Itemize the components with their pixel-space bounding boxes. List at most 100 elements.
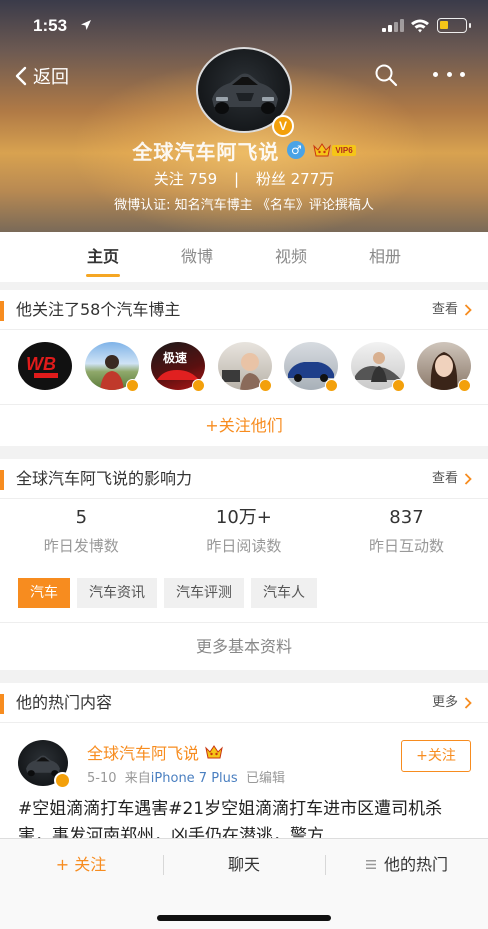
stat-value: 837 [389, 507, 424, 528]
influence-card: 全球汽车阿飞说的影响力 查看 5 昨日发博数 10万+ 昨日阅读数 837 昨日… [0, 459, 488, 670]
followed-avatar[interactable]: WB [18, 342, 72, 390]
section-accent-bar [0, 470, 4, 490]
follow-stats: 关注 759 | 粉丝 277万 [0, 168, 488, 189]
hot-label: 他的热门 [383, 855, 448, 874]
post-from-label: 来自 [124, 771, 151, 786]
followed-avatar[interactable] [350, 342, 405, 392]
following-count: 759 [188, 170, 218, 188]
verified-badge-icon [192, 379, 205, 392]
vip-badge[interactable]: VIP6 [313, 143, 356, 157]
card-title: 他的热门内容 [16, 693, 113, 712]
followers-count: 277万 [290, 170, 335, 188]
view-link[interactable]: 查看 [432, 459, 472, 499]
profile-name-row: 全球汽车阿飞说 ♂ VIP6 [0, 136, 488, 164]
svg-text:WB: WB [26, 354, 56, 374]
stat-label: 昨日互动数 [368, 537, 444, 555]
bottom-chat-button[interactable]: 聊天 [163, 839, 325, 891]
stat-value: 10万+ [215, 507, 272, 528]
svg-text:极速: 极速 [163, 350, 187, 365]
bottom-follow-button[interactable]: + 关注 [0, 839, 162, 891]
stats-separator: | [233, 170, 240, 188]
chevron-left-icon [15, 66, 27, 86]
tab-album[interactable]: 相册 [338, 232, 432, 282]
back-button[interactable]: 返回 [14, 62, 69, 90]
followers-stat[interactable]: 粉丝 277万 [256, 170, 334, 188]
post-text[interactable]: #空姐滴滴打车遇害#21岁空姐滴滴打车进市区遭司机杀害，事发河南郑州，凶手仍在潜… [18, 796, 474, 840]
verified-badge-icon [54, 772, 71, 789]
card-title: 全球汽车阿飞说的影响力 [16, 469, 193, 488]
wb-racing-avatar: WB [18, 342, 72, 390]
battery-icon [437, 18, 471, 33]
home-indicator[interactable] [157, 915, 331, 921]
tag-car[interactable]: 汽车 [18, 578, 70, 608]
chevron-right-icon [464, 304, 472, 316]
crown-icon [205, 745, 223, 759]
post-author-name[interactable]: 全球汽车阿飞说 [87, 740, 223, 764]
stat-posts: 5 昨日发博数 [0, 507, 163, 556]
status-time: 1:53 [33, 16, 68, 35]
followed-avatar[interactable]: 极速 [151, 342, 205, 392]
view-label: 查看 [431, 471, 458, 486]
followed-avatar[interactable] [417, 342, 471, 392]
verified-badge-icon [391, 379, 405, 392]
dot-icon [446, 71, 452, 77]
post-source[interactable]: iPhone 7 Plus [151, 771, 238, 786]
dot-icon [433, 71, 438, 77]
stat-label: 昨日发博数 [43, 537, 119, 555]
following-stat[interactable]: 关注 759 [154, 170, 217, 188]
back-label: 返回 [33, 67, 69, 88]
verified-badge-icon [458, 379, 471, 392]
bottom-hot-button[interactable]: 他的热门 [326, 839, 488, 891]
menu-icon [365, 860, 376, 869]
followed-avatars: WB 极速 [18, 342, 484, 392]
bottom-action-bar: + 关注 聊天 他的热门 [0, 838, 488, 929]
stat-label: 昨日阅读数 [206, 537, 282, 555]
post-author-avatar[interactable] [18, 740, 71, 789]
section-accent-bar [0, 694, 4, 714]
view-label: 查看 [431, 302, 458, 317]
followers-label: 粉丝 [255, 170, 286, 188]
card-header: 他关注了58个汽车博主 查看 [0, 290, 488, 330]
crown-icon [313, 143, 332, 157]
search-icon[interactable] [374, 63, 398, 87]
profile-name: 全球汽车阿飞说 [132, 139, 280, 164]
stat-interactions: 837 昨日互动数 [325, 507, 488, 556]
tab-weibo[interactable]: 微博 [150, 232, 244, 282]
followed-avatar[interactable] [217, 342, 272, 392]
tab-video[interactable]: 视频 [244, 232, 338, 282]
card-header: 全球汽车阿飞说的影响力 查看 [0, 459, 488, 499]
male-gender-icon: ♂ [287, 141, 306, 159]
tag-car-news[interactable]: 汽车资讯 [77, 578, 157, 608]
battery-level [440, 21, 448, 29]
author-name: 全球汽车阿飞说 [87, 744, 200, 763]
section-accent-bar [0, 301, 4, 321]
verified-badge-icon [125, 379, 139, 392]
cellular-signal-icon [382, 19, 404, 32]
tag-car-people[interactable]: 汽车人 [251, 578, 317, 608]
more-profile-info-button[interactable]: 更多基本资料 [0, 622, 488, 670]
follow-them-button[interactable]: +关注他们 [0, 404, 488, 446]
profile-avatar[interactable]: V [196, 47, 294, 137]
verified-badge-icon [258, 379, 272, 392]
card-header: 他的热门内容 更多 [0, 683, 488, 723]
follow-button[interactable]: +关注 [401, 740, 471, 772]
more-options-button[interactable] [433, 64, 465, 84]
wb-racing-logo-icon: WB [26, 354, 58, 378]
dot-icon [460, 71, 465, 77]
post-meta: 5-10 来自iPhone 7 Plus 已编辑 [87, 767, 285, 786]
stat-reads: 10万+ 昨日阅读数 [163, 507, 326, 556]
more-link[interactable]: 更多 [432, 683, 472, 723]
followed-avatar[interactable] [284, 342, 338, 392]
chevron-right-icon [464, 697, 472, 709]
tab-home[interactable]: 主页 [56, 232, 150, 282]
verified-badge-icon [325, 379, 338, 392]
following-bloggers-card: 他关注了58个汽车博主 查看 WB 极速 +关注他们 [0, 290, 488, 446]
profile-header: 1:53 返回 V 全球汽车阿飞说 ♂ VIP6 关注 759 | 粉丝 277… [0, 0, 488, 232]
followed-avatar[interactable] [84, 342, 139, 392]
view-link[interactable]: 查看 [432, 290, 472, 330]
tag-car-review[interactable]: 汽车评测 [164, 578, 244, 608]
chevron-right-icon [464, 473, 472, 485]
wifi-icon [411, 19, 429, 33]
vip-level: VIP6 [332, 144, 356, 156]
category-tags: 汽车 汽车资讯 汽车评测 汽车人 [18, 578, 324, 608]
